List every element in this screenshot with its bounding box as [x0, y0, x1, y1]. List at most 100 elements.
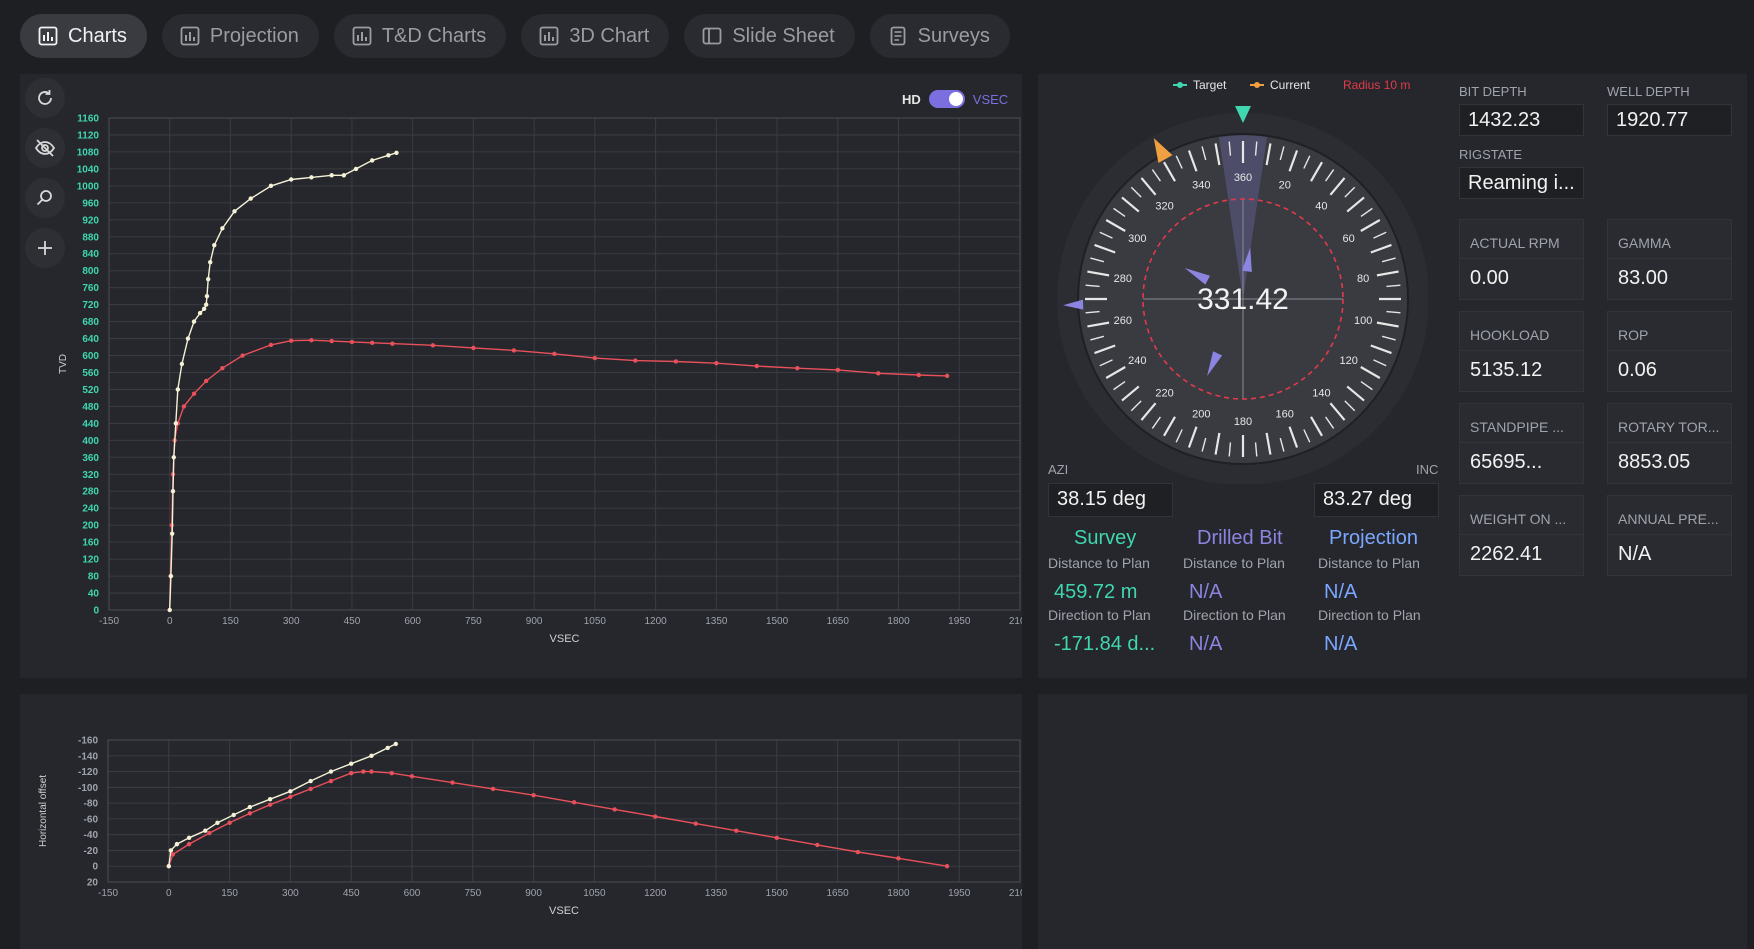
metric-label: HOOKLOAD — [1470, 327, 1550, 343]
plan-trajectory-point — [714, 360, 719, 366]
tab-projection[interactable]: Projection — [161, 14, 319, 58]
compass-degree-label: 180 — [1234, 416, 1252, 428]
survey-direction-value: -171.84 d... — [1054, 633, 1156, 655]
projection-direction-value: N/A — [1324, 633, 1358, 655]
metric-annual-pressure: ANNUAL PRE... N/A — [1607, 495, 1732, 576]
plan-trajectory-point — [774, 835, 779, 841]
metric-value: 83.00 — [1618, 267, 1669, 289]
compass-degree-label: 360 — [1234, 172, 1252, 184]
y-tick-label: 1160 — [77, 114, 99, 125]
x-tick-label: 1800 — [887, 616, 910, 627]
y-tick-label: 1120 — [77, 130, 99, 141]
actual-trajectory-point — [205, 276, 211, 282]
well-depth-value: 1920.77 — [1607, 104, 1732, 136]
actual-trajectory-point — [168, 848, 174, 853]
plan-trajectory-point — [240, 353, 245, 358]
plan-trajectory-point — [203, 378, 209, 384]
target-legend-label: Target — [1193, 78, 1227, 92]
actual-trajectory-point — [394, 150, 399, 155]
drilled-direction-value: N/A — [1189, 633, 1223, 655]
y-tick-label: -120 — [78, 767, 98, 778]
azi-value: 38.15 deg — [1048, 483, 1173, 517]
plan-trajectory-point — [471, 345, 476, 351]
y-tick-label: 840 — [82, 249, 99, 260]
actual-trajectory-point — [203, 302, 209, 307]
actual-trajectory-point — [393, 741, 398, 747]
y-tick-label: -160 — [78, 736, 98, 747]
projection-direction-label: Direction to Plan — [1318, 607, 1421, 623]
compass-degree-label: 120 — [1339, 355, 1357, 367]
plan-trajectory-point — [944, 373, 950, 379]
actual-trajectory-point — [167, 607, 172, 613]
actual-trajectory-point — [369, 158, 375, 163]
actual-trajectory-point — [329, 173, 334, 178]
y-tick-label: 760 — [82, 283, 99, 294]
x-tick-label: 1500 — [766, 616, 789, 627]
y-tick-label: 800 — [82, 266, 99, 277]
actual-trajectory-point — [215, 820, 220, 826]
tab-surveys[interactable]: Surveys — [869, 14, 1010, 58]
x-tick-label: 300 — [283, 616, 300, 627]
plan-trajectory-point — [835, 367, 840, 373]
actual-trajectory-point — [248, 196, 253, 201]
x-tick-label: 0 — [166, 888, 172, 899]
plan-trajectory-point — [430, 343, 436, 348]
metric-value: 65695... — [1470, 451, 1543, 473]
y-tick-label: -140 — [78, 751, 98, 762]
plan-trajectory-point — [876, 371, 881, 376]
plan-trajectory-point — [815, 842, 820, 848]
plan-trajectory-point — [186, 841, 192, 847]
plan-trajectory-point — [754, 363, 760, 369]
metric-value: 8853.05 — [1618, 451, 1691, 473]
x-tick-label: 600 — [404, 616, 421, 627]
x-tick-label: 1200 — [644, 616, 667, 627]
tab-label: 3D Chart — [569, 24, 650, 47]
survey-title: Survey — [1074, 527, 1137, 549]
tab-slide-sheet[interactable]: Slide Sheet — [684, 14, 855, 58]
target-legend-dot — [1177, 82, 1183, 88]
plan-trajectory-point — [289, 338, 294, 343]
x-axis-title: VSEC — [549, 905, 579, 917]
y-tick-label: 640 — [82, 334, 99, 345]
tab-charts[interactable]: Charts — [20, 14, 147, 58]
actual-trajectory-point — [309, 175, 314, 180]
x-tick-label: 300 — [282, 888, 299, 899]
inc-value: 83.27 deg — [1314, 483, 1439, 517]
tab-3d-chart[interactable]: 3D Chart — [521, 14, 670, 58]
compass-degree-label: 220 — [1155, 387, 1173, 399]
empty-panel — [1038, 694, 1747, 949]
x-axis-title: VSEC — [550, 633, 580, 645]
tab-td-charts[interactable]: T&D Charts — [333, 14, 507, 58]
drilled-bit-title: Drilled Bit — [1197, 527, 1283, 549]
compass-degree-label: 40 — [1315, 201, 1327, 213]
document-icon — [890, 26, 906, 46]
metric-standpipe: STANDPIPE ... 65695... — [1459, 403, 1584, 484]
tab-label: T&D Charts — [381, 24, 487, 47]
projection-distance-value: N/A — [1324, 581, 1358, 603]
bit-depth-value: 1432.23 — [1459, 104, 1584, 136]
directional-panel: 360 20 40 60 80 100 120 140 160 180 200 220 240 260 28… — [1038, 74, 1747, 678]
actual-trajectory-point — [179, 361, 185, 367]
x-tick-label: -150 — [98, 888, 118, 899]
tvd-vsec-chart: -150 0 150 300 450 600 750 900 1050 1200 1350 1500 1… — [58, 114, 1022, 646]
plan-trajectory-point — [361, 769, 366, 774]
actual-trajectory-point — [385, 745, 390, 751]
plan-trajectory-point — [268, 342, 274, 348]
plan-trajectory-point — [247, 811, 253, 816]
plan-trajectory-point — [329, 338, 334, 344]
projection-title: Projection — [1329, 527, 1418, 549]
actual-trajectory-point — [231, 812, 236, 818]
y-tick-label: 440 — [82, 419, 99, 430]
x-tick-label: 1950 — [948, 616, 971, 627]
plan-trajectory-point — [349, 339, 355, 345]
actual-trajectory-point — [212, 243, 217, 248]
plan-trajectory-point — [552, 351, 557, 357]
plan-trajectory-point — [734, 828, 739, 833]
tab-bar: Charts Projection T&D Charts 3D Chart Sl… — [20, 14, 1010, 58]
x-tick-label: 1350 — [705, 888, 728, 899]
y-tick-label: 560 — [82, 368, 99, 379]
plan-trajectory-point — [309, 338, 314, 343]
metric-weight-on-bit: WEIGHT ON ... 2262.41 — [1459, 495, 1584, 576]
plan-trajectory-point — [389, 770, 394, 776]
current-legend-label: Current — [1270, 78, 1311, 92]
